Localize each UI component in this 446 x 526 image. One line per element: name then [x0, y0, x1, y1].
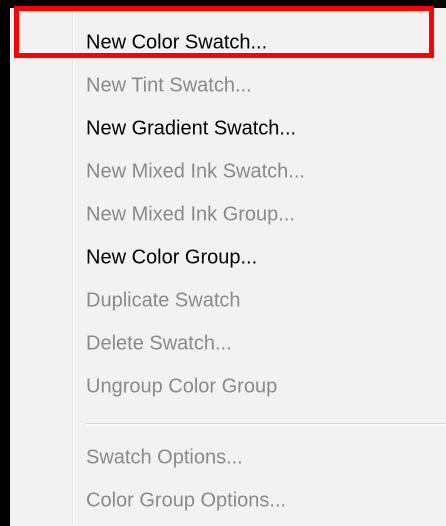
menu-item-label: New Color Swatch...	[86, 31, 268, 53]
swatches-panel-menu: New Color Swatch... New Tint Swatch... N…	[10, 8, 446, 526]
menu-item-label: Duplicate Swatch	[86, 289, 241, 311]
menu-item-label: Delete Swatch...	[86, 332, 232, 354]
menu-item-new-mixed-ink-swatch[interactable]: New Mixed Ink Swatch...	[10, 150, 446, 193]
menu-frame: New Color Swatch... New Tint Swatch... N…	[0, 0, 446, 526]
menu-item-label: New Gradient Swatch...	[86, 117, 297, 139]
menu-item-swatch-options[interactable]: Swatch Options...	[10, 436, 446, 479]
menu-item-color-group-options[interactable]: Color Group Options...	[10, 479, 446, 522]
menu-item-label: New Mixed Ink Group...	[86, 203, 295, 225]
menu-item-ungroup-color-group[interactable]: Ungroup Color Group	[10, 365, 446, 408]
menu-item-new-mixed-ink-group[interactable]: New Mixed Ink Group...	[10, 193, 446, 236]
menu-item-new-tint-swatch[interactable]: New Tint Swatch...	[10, 64, 446, 107]
menu-separator-highlight	[86, 424, 446, 425]
menu-item-label: New Tint Swatch...	[86, 74, 252, 96]
menu-item-label: Color Group Options...	[86, 489, 287, 511]
menu-item-label: New Mixed Ink Swatch...	[86, 160, 305, 182]
menu-item-new-gradient-swatch[interactable]: New Gradient Swatch...	[10, 107, 446, 150]
menu-item-label: Swatch Options...	[86, 446, 243, 468]
menu-item-new-color-group[interactable]: New Color Group...	[10, 236, 446, 279]
menu-item-duplicate-swatch[interactable]: Duplicate Swatch	[10, 279, 446, 322]
menu-item-delete-swatch[interactable]: Delete Swatch...	[10, 322, 446, 365]
menu-item-new-color-swatch[interactable]: New Color Swatch...	[10, 21, 446, 64]
menu-item-label: New Color Group...	[86, 246, 258, 268]
menu-item-label: Ungroup Color Group	[86, 375, 278, 397]
